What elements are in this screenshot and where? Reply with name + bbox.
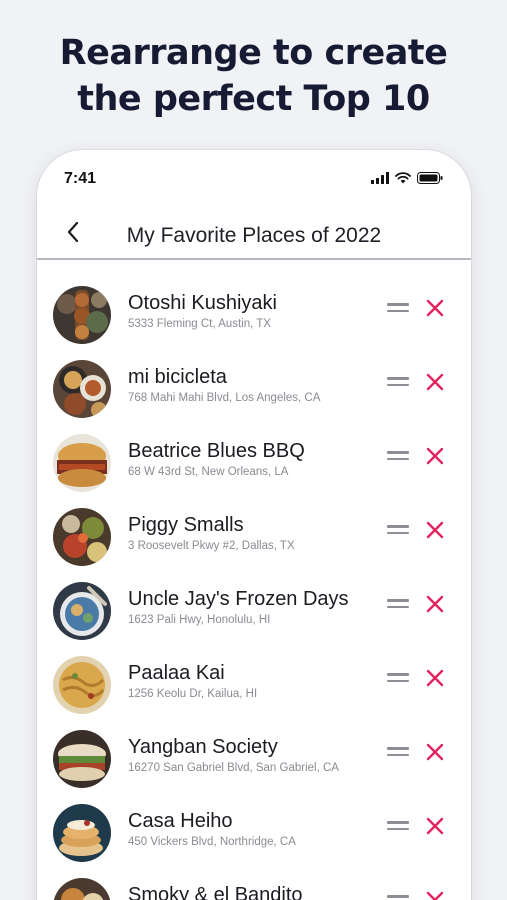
place-name: Paalaa Kai [128,662,225,684]
list-item[interactable]: Yangban Society 16270 San Gabriel Blvd, … [37,716,471,790]
place-address: 768 Mahi Mahi Blvd, Los Angeles, CA [128,392,321,404]
list-item[interactable]: Otoshi Kushiyaki 5333 Fleming Ct, Austin… [37,272,471,346]
places-list: Otoshi Kushiyaki 5333 Fleming Ct, Austin… [37,272,471,900]
place-address: 3 Roosevelt Pkwy #2, Dallas, TX [128,540,295,552]
status-icons [371,169,443,188]
place-name: Beatrice Blues BBQ [128,440,305,462]
drag-handle-icon[interactable] [387,303,409,315]
wifi-icon [395,169,411,188]
headline-line-2: the perfect Top 10 [77,79,430,119]
place-name: Uncle Jay's Frozen Days [128,588,349,610]
place-name: Otoshi Kushiyaki [128,292,277,314]
remove-icon[interactable] [425,890,445,900]
list-item[interactable]: Smoky & el Bandito [37,864,471,900]
battery-icon [417,169,443,188]
place-address: 1256 Keolu Dr, Kailua, HI [128,688,258,700]
place-name: Piggy Smalls [128,514,244,536]
list-item[interactable]: Paalaa Kai 1256 Keolu Dr, Kailua, HI [37,642,471,716]
place-address: 450 Vickers Blvd, Northridge, CA [128,836,296,848]
nav-bar: My Favorite Places of 2022 [37,212,471,260]
place-photo [53,582,111,640]
remove-icon[interactable] [425,520,445,540]
list-item[interactable]: Casa Heiho 450 Vickers Blvd, Northridge,… [37,790,471,864]
status-bar: 7:41 [37,150,471,210]
drag-handle-icon[interactable] [387,895,409,900]
list-item[interactable]: Uncle Jay's Frozen Days 1623 Pali Hwy, H… [37,568,471,642]
remove-icon[interactable] [425,446,445,466]
place-photo [53,878,111,900]
list-item[interactable]: mi bicicleta 768 Mahi Mahi Blvd, Los Ang… [37,346,471,420]
place-photo [53,804,111,862]
remove-icon[interactable] [425,668,445,688]
place-photo [53,656,111,714]
list-item[interactable]: Beatrice Blues BBQ 68 W 43rd St, New Orl… [37,420,471,494]
drag-handle-icon[interactable] [387,821,409,833]
place-name: Casa Heiho [128,810,233,832]
place-address: 5333 Fleming Ct, Austin, TX [128,318,271,330]
remove-icon[interactable] [425,594,445,614]
place-photo [53,286,111,344]
remove-icon[interactable] [425,816,445,836]
place-address: 68 W 43rd St, New Orleans, LA [128,466,289,478]
drag-handle-icon[interactable] [387,599,409,611]
drag-handle-icon[interactable] [387,673,409,685]
remove-icon[interactable] [425,372,445,392]
drag-handle-icon[interactable] [387,525,409,537]
drag-handle-icon[interactable] [387,377,409,389]
place-photo [53,360,111,418]
place-name: mi bicicleta [128,366,227,388]
headline: Rearrange to create the perfect Top 10 [0,30,507,122]
signal-icon [371,169,389,188]
headline-line-1: Rearrange to create [59,33,448,73]
place-photo [53,434,111,492]
place-photo [53,508,111,566]
drag-handle-icon[interactable] [387,747,409,759]
status-time: 7:41 [64,170,97,187]
list-item[interactable]: Piggy Smalls 3 Roosevelt Pkwy #2, Dallas… [37,494,471,568]
place-name: Smoky & el Bandito [128,884,303,900]
remove-icon[interactable] [425,298,445,318]
place-address: 1623 Pali Hwy, Honolulu, HI [128,614,271,626]
place-address: 16270 San Gabriel Blvd, San Gabriel, CA [128,762,339,774]
place-name: Yangban Society [128,736,278,758]
place-photo [53,730,111,788]
remove-icon[interactable] [425,742,445,762]
phone-screen: 7:41 My Favorite Places of 2022 Otoshi K… [37,150,471,900]
drag-handle-icon[interactable] [387,451,409,463]
page-title: My Favorite Places of 2022 [126,224,382,247]
